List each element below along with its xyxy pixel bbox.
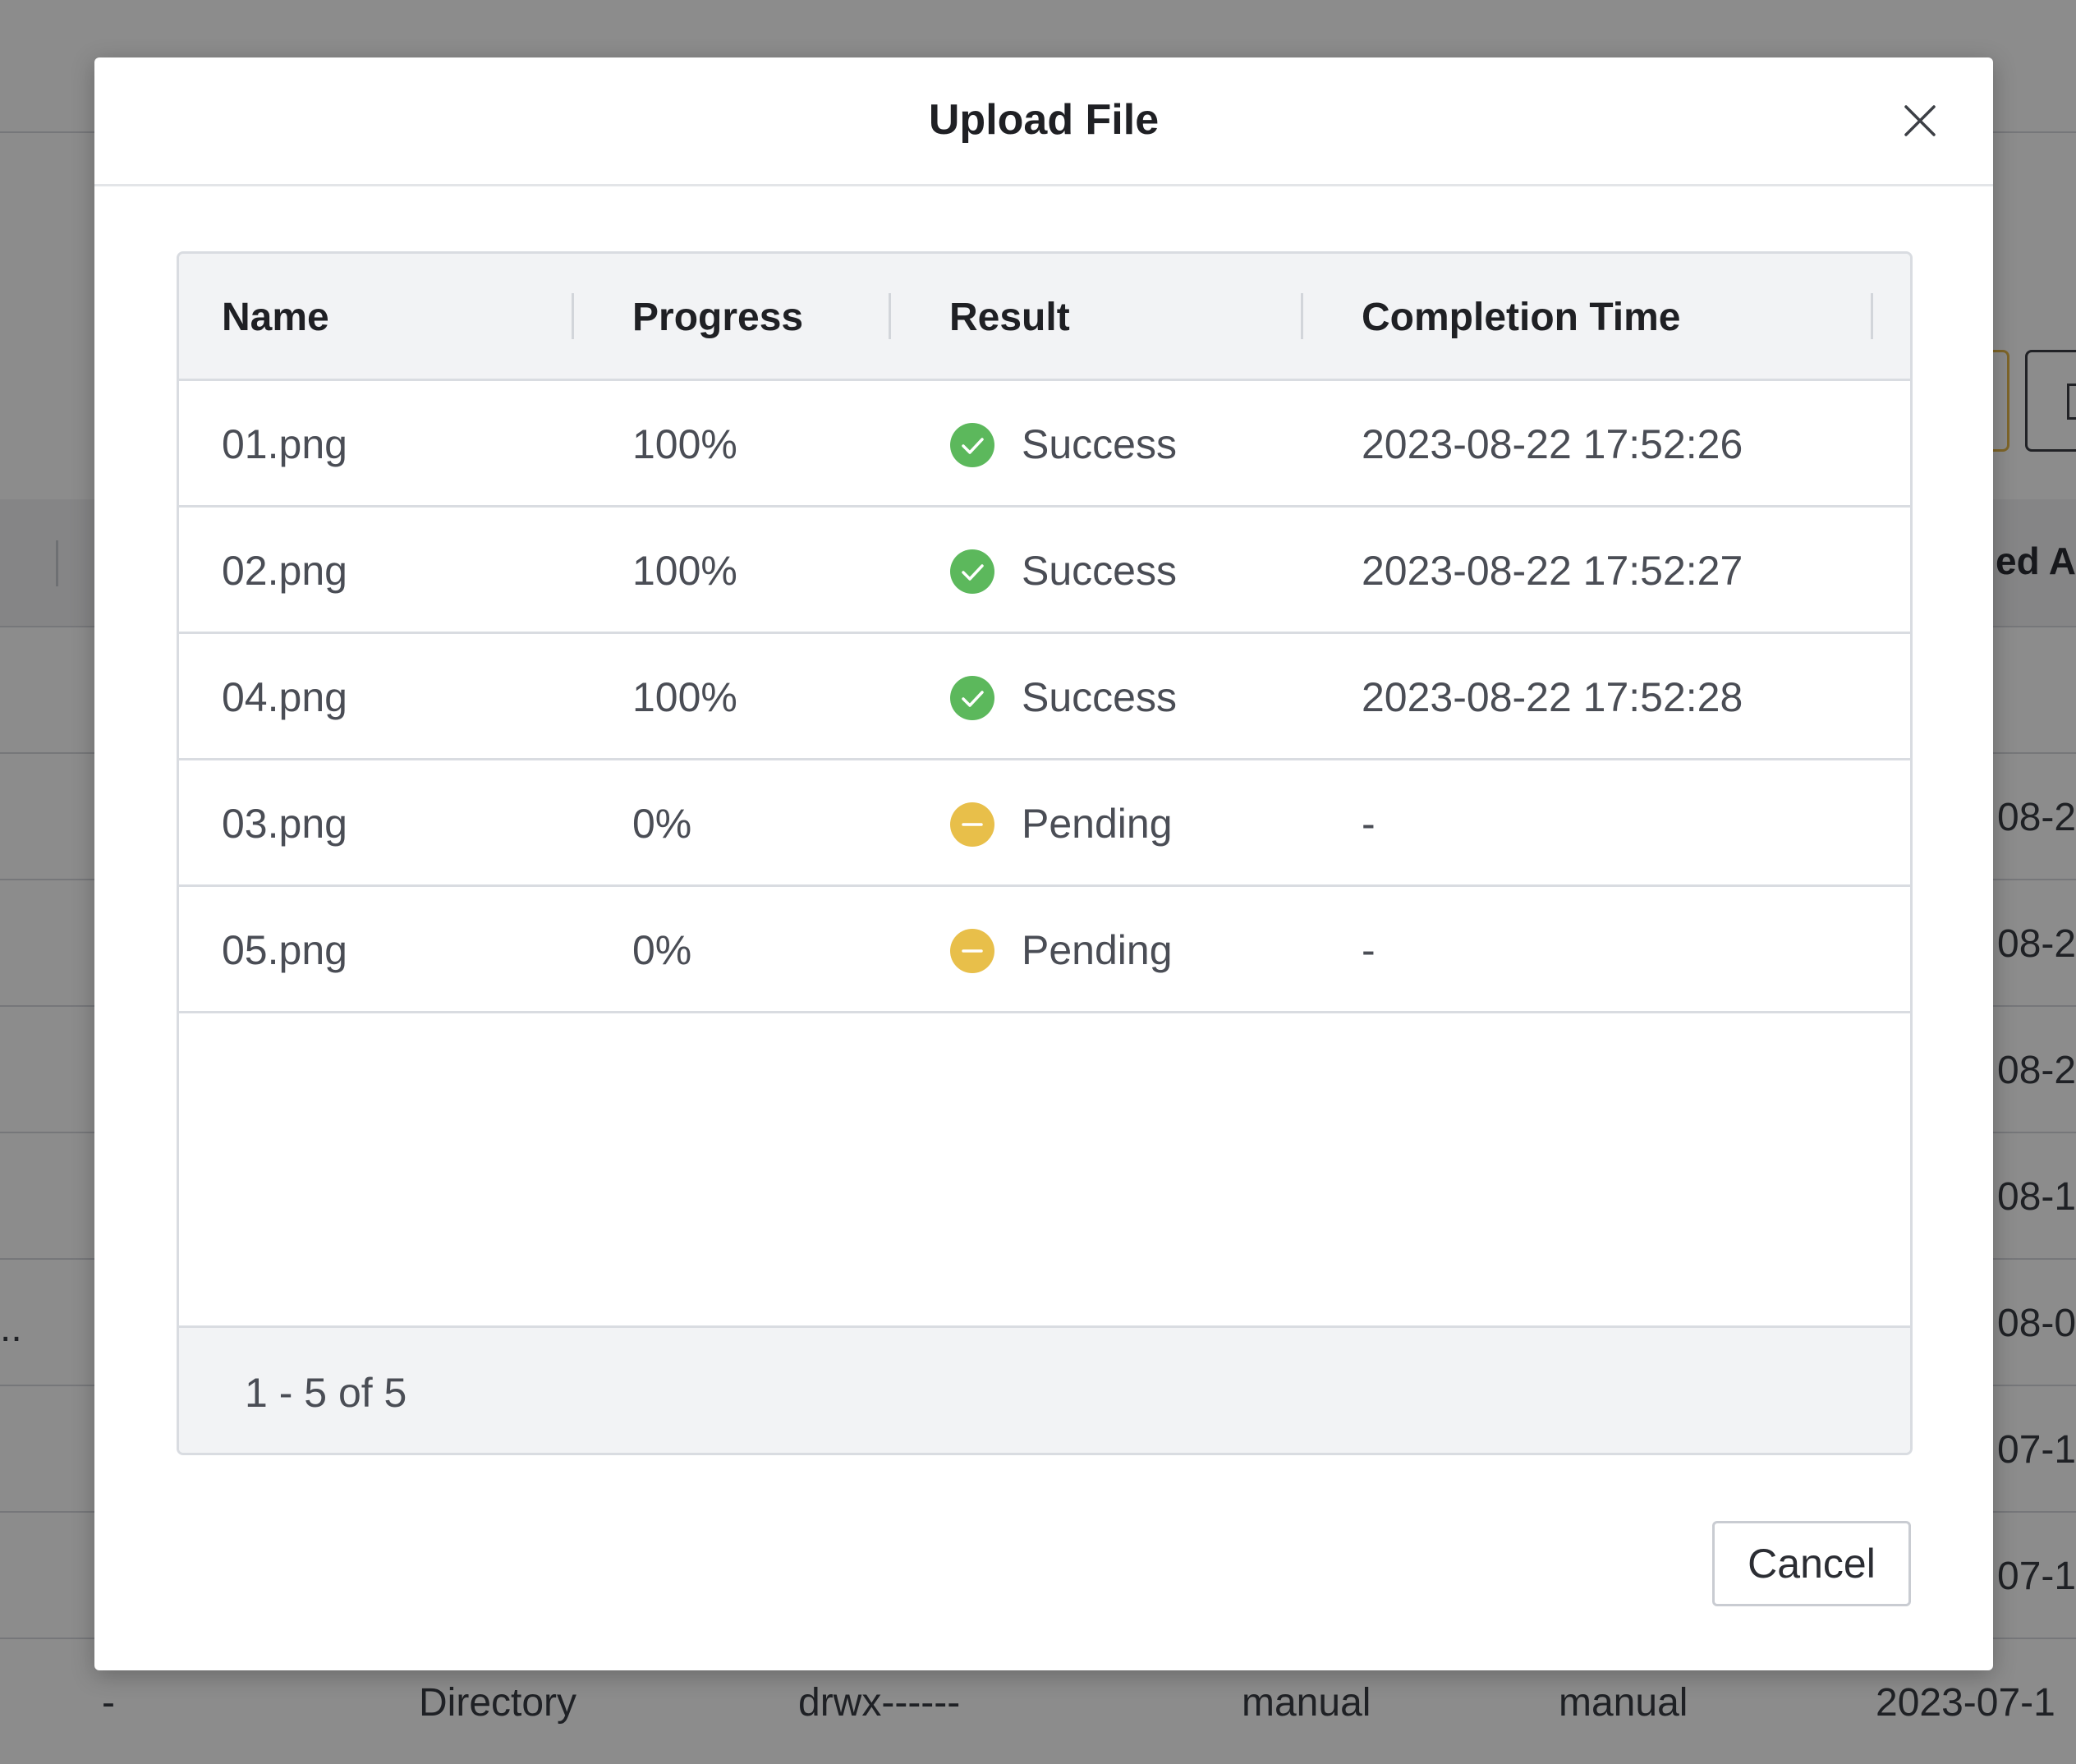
- result-status-label: Success: [1022, 674, 1177, 720]
- cell-file-name: 01.png: [222, 421, 347, 467]
- cell-result: Success: [949, 508, 1278, 632]
- cell-progress: 100%: [632, 548, 737, 594]
- column-header-result[interactable]: Result: [949, 295, 1070, 340]
- upload-file-dialog: Upload File Name Progress Result Complet…: [94, 57, 1993, 1670]
- column-resize-handle[interactable]: [1301, 293, 1303, 339]
- cell-file-name: 04.png: [222, 674, 347, 720]
- column-header-name[interactable]: Name: [222, 295, 329, 340]
- minus-circle-icon: [949, 928, 995, 974]
- cell-completion-time: 2023-08-22 17:52:28: [1362, 674, 1743, 720]
- pagination-summary: 1 - 5 of 5: [245, 1370, 407, 1416]
- table-row[interactable]: 02.png 100% Success 2023-08-22 17:52:27: [179, 508, 1910, 634]
- table-footer: 1 - 5 of 5: [179, 1325, 1910, 1453]
- column-header-completion-time[interactable]: Completion Time: [1362, 295, 1680, 340]
- result-status-label: Pending: [1022, 801, 1173, 847]
- cell-completion-time: 2023-08-22 17:52:26: [1362, 421, 1743, 467]
- cancel-button[interactable]: Cancel: [1712, 1521, 1911, 1606]
- check-circle-icon: [949, 675, 995, 721]
- upload-table: Name Progress Result Completion Time 01.…: [177, 251, 1913, 1455]
- dialog-header: Upload File: [94, 57, 1993, 186]
- check-circle-icon: [949, 549, 995, 595]
- cell-completion-time: -: [1362, 927, 1376, 973]
- cell-progress: 100%: [632, 421, 737, 467]
- table-row[interactable]: 03.png 0% Pending -: [179, 760, 1910, 887]
- cell-progress: 100%: [632, 674, 737, 720]
- result-status-label: Pending: [1022, 927, 1173, 973]
- cell-result: Success: [949, 634, 1278, 758]
- result-status-label: Success: [1022, 548, 1177, 594]
- cell-result: Pending: [949, 760, 1278, 884]
- table-row[interactable]: 05.png 0% Pending -: [179, 887, 1910, 1013]
- table-row[interactable]: 04.png 100% Success 2023-08-22 17:52:28: [179, 634, 1910, 760]
- cell-progress: 0%: [632, 801, 692, 847]
- column-resize-handle[interactable]: [889, 293, 891, 339]
- cell-progress: 0%: [632, 927, 692, 973]
- cell-completion-time: 2023-08-22 17:52:27: [1362, 548, 1743, 594]
- dialog-title: Upload File: [928, 96, 1160, 144]
- column-resize-handle[interactable]: [572, 293, 574, 339]
- cell-result: Pending: [949, 887, 1278, 1011]
- cell-result: Success: [949, 381, 1278, 505]
- column-header-progress[interactable]: Progress: [632, 295, 803, 340]
- table-row[interactable]: 01.png 100% Success 2023-08-22 17:52:26: [179, 381, 1910, 508]
- check-circle-icon: [949, 422, 995, 468]
- cell-completion-time: -: [1362, 801, 1376, 847]
- cell-file-name: 03.png: [222, 801, 347, 847]
- minus-circle-icon: [949, 802, 995, 848]
- cell-file-name: 02.png: [222, 548, 347, 594]
- cell-file-name: 05.png: [222, 927, 347, 973]
- close-icon[interactable]: [1901, 102, 1939, 140]
- result-status-label: Success: [1022, 421, 1177, 467]
- table-header: Name Progress Result Completion Time: [179, 254, 1910, 381]
- column-resize-handle[interactable]: [1871, 293, 1873, 339]
